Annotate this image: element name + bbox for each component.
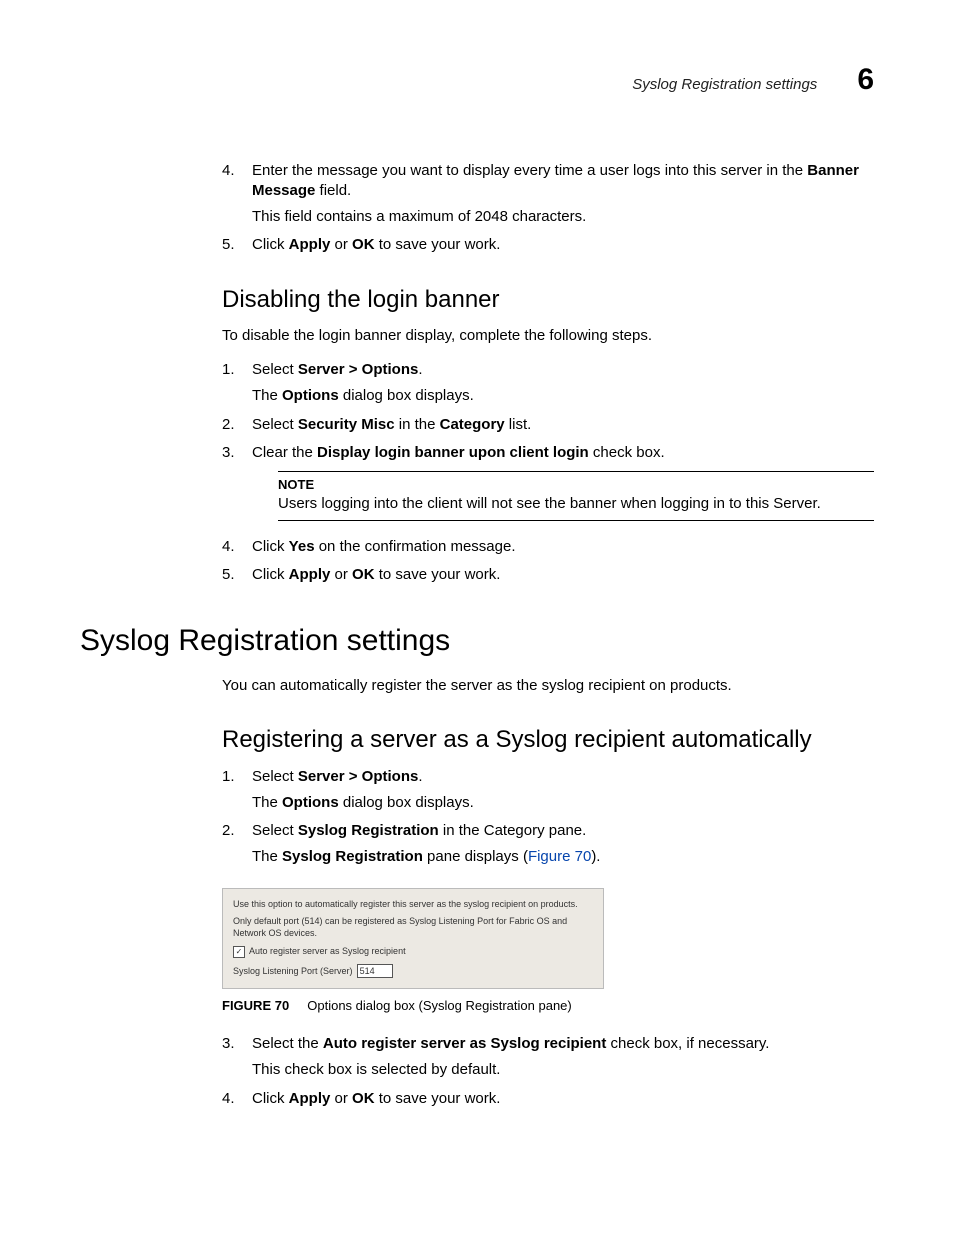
step-sub: The Syslog Registration pane displays (F… bbox=[252, 847, 874, 867]
syslog-content: You can automatically register the serve… bbox=[222, 676, 874, 1109]
step-sub: The Options dialog box displays. bbox=[252, 386, 874, 406]
step-number: 4. bbox=[222, 537, 235, 557]
checkbox-icon: ✓ bbox=[233, 946, 245, 958]
step-3: 3. Clear the Display login banner upon c… bbox=[222, 443, 874, 463]
step-5b: 5. Click Apply or OK to save your work. bbox=[222, 565, 874, 585]
figure-link[interactable]: Figure 70 bbox=[528, 848, 591, 865]
step-4: 4. Enter the message you want to display… bbox=[222, 161, 874, 228]
step-number: 3. bbox=[222, 443, 235, 463]
figure-text-2: Only default port (514) can be registere… bbox=[233, 916, 593, 939]
step-number: 2. bbox=[222, 415, 235, 435]
step-5: 5. Click Apply or OK to save your work. bbox=[222, 235, 874, 255]
step-body: Enter the message you want to display ev… bbox=[252, 161, 874, 202]
chapter-number: 6 bbox=[857, 60, 874, 101]
step-sub: This field contains a maximum of 2048 ch… bbox=[252, 207, 874, 227]
running-header-title: Syslog Registration settings bbox=[632, 75, 817, 95]
step-body: Select Server > Options. bbox=[252, 360, 874, 380]
step-2: 2. Select Security Misc in the Category … bbox=[222, 415, 874, 435]
page: Syslog Registration settings 6 4. Enter … bbox=[0, 0, 954, 1235]
figure-caption: FIGURE 70 Options dialog box (Syslog Reg… bbox=[222, 997, 874, 1015]
chapter-intro: You can automatically register the serve… bbox=[222, 676, 874, 696]
syslog-step-3: 3. Select the Auto register server as Sy… bbox=[222, 1034, 874, 1081]
step-body: Click Apply or OK to save your work. bbox=[252, 1089, 874, 1109]
note-body: Users logging into the client will not s… bbox=[278, 494, 874, 514]
step-1: 1. Select Server > Options. The Options … bbox=[222, 360, 874, 407]
step-body: Select Server > Options. bbox=[252, 767, 874, 787]
step-body: Select Syslog Registration in the Catego… bbox=[252, 821, 874, 841]
figure-caption-text: Options dialog box (Syslog Registration … bbox=[307, 998, 571, 1013]
figure-syslog-registration-pane: Use this option to automatically registe… bbox=[222, 888, 604, 989]
figure-text-1: Use this option to automatically registe… bbox=[233, 899, 593, 911]
step-body: Click Yes on the confirmation message. bbox=[252, 537, 874, 557]
section-heading: Disabling the login banner bbox=[222, 284, 874, 316]
running-header: Syslog Registration settings 6 bbox=[80, 60, 874, 101]
section-heading: Registering a server as a Syslog recipie… bbox=[222, 724, 874, 756]
step-body: Select the Auto register server as Syslo… bbox=[252, 1034, 874, 1054]
figure-caption-label: FIGURE 70 bbox=[222, 998, 289, 1013]
note-block: NOTE Users logging into the client will … bbox=[278, 471, 874, 521]
chapter-heading: Syslog Registration settings bbox=[80, 621, 874, 662]
continued-steps: 4. Enter the message you want to display… bbox=[222, 161, 874, 256]
step-number: 4. bbox=[222, 161, 235, 181]
step-number: 4. bbox=[222, 1089, 235, 1109]
figure-port-row: Syslog Listening Port (Server) 514 bbox=[233, 964, 593, 978]
section-disable-login-banner: Disabling the login banner To disable th… bbox=[222, 284, 874, 586]
step-number: 5. bbox=[222, 235, 235, 255]
syslog-step-2: 2. Select Syslog Registration in the Cat… bbox=[222, 821, 874, 868]
figure-port-label: Syslog Listening Port (Server) bbox=[233, 965, 353, 977]
syslog-step-1: 1. Select Server > Options. The Options … bbox=[222, 767, 874, 814]
step-body: Click Apply or OK to save your work. bbox=[252, 565, 874, 585]
step-number: 2. bbox=[222, 821, 235, 841]
figure-checkbox-row: ✓ Auto register server as Syslog recipie… bbox=[233, 946, 593, 958]
syslog-step-4: 4. Click Apply or OK to save your work. bbox=[222, 1089, 874, 1109]
figure-checkbox-label: Auto register server as Syslog recipient bbox=[249, 946, 406, 958]
note-title: NOTE bbox=[278, 476, 874, 494]
step-number: 1. bbox=[222, 360, 235, 380]
step-sub: The Options dialog box displays. bbox=[252, 793, 874, 813]
step-sub: This check box is selected by default. bbox=[252, 1060, 874, 1080]
step-number: 5. bbox=[222, 565, 235, 585]
step-body: Select Security Misc in the Category lis… bbox=[252, 415, 874, 435]
step-number: 1. bbox=[222, 767, 235, 787]
section-intro: To disable the login banner display, com… bbox=[222, 326, 874, 346]
step-body: Click Apply or OK to save your work. bbox=[252, 235, 874, 255]
figure-port-value: 514 bbox=[357, 964, 393, 978]
step-number: 3. bbox=[222, 1034, 235, 1054]
step-4b: 4. Click Yes on the confirmation message… bbox=[222, 537, 874, 557]
step-body: Clear the Display login banner upon clie… bbox=[252, 443, 874, 463]
